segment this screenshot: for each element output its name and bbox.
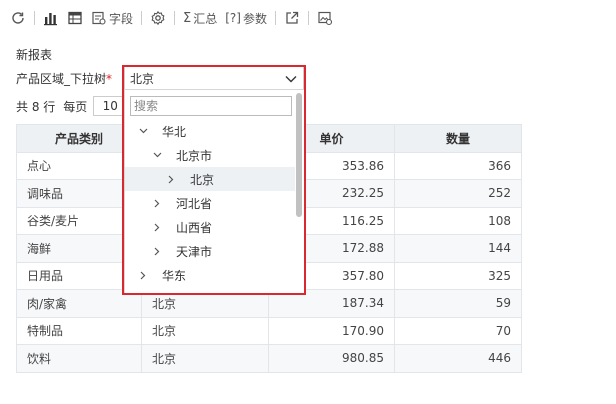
table-cell: 70: [394, 316, 522, 345]
table-button[interactable]: [63, 7, 87, 29]
tree-node-huadong[interactable]: 华东: [125, 263, 295, 287]
table-cell: 特制品: [16, 316, 142, 345]
tree-node-label: 河北省: [176, 196, 213, 211]
sum-label: 汇总: [193, 11, 218, 26]
table-cell: 170.90: [268, 316, 395, 345]
chart-icon: [43, 10, 59, 26]
table-cell: 北京: [141, 316, 269, 345]
tree-node-label: 天津市: [176, 244, 213, 259]
settings-icon: [150, 10, 166, 26]
refresh-icon: [10, 10, 26, 26]
table-cell: 144: [394, 234, 522, 263]
chevron-down-icon[interactable]: [138, 126, 148, 136]
report-title: 新报表: [16, 48, 53, 62]
table-cell: 饮料: [16, 344, 142, 373]
param-button[interactable]: [?] 参数: [221, 7, 271, 29]
param-label: 参数: [242, 11, 267, 26]
tree-node-hebei[interactable]: 河北省: [125, 191, 295, 215]
table-cell: 北京: [141, 344, 269, 373]
tree-node-beijing-city[interactable]: 北京市: [125, 143, 295, 167]
chevron-right-icon[interactable]: [152, 198, 162, 208]
table-row: 特制品 北京 170.90 70: [16, 316, 522, 345]
chevron-down-icon[interactable]: [285, 72, 297, 86]
tree-node-shanxi[interactable]: 山西省: [125, 215, 295, 239]
table-cell: 59: [394, 289, 522, 318]
field-button[interactable]: 字段: [87, 7, 137, 29]
table-cell: 980.85: [268, 344, 395, 373]
tree-node-label: 北京: [190, 172, 215, 187]
column-header[interactable]: 数量: [394, 124, 522, 153]
table-cell: 325: [394, 261, 522, 290]
chevron-right-icon[interactable]: [166, 174, 176, 184]
table-cell: 日用品: [16, 261, 142, 290]
param-icon: [?]: [225, 11, 241, 25]
param-field-label: 产品区域_下拉树: [16, 72, 107, 86]
dropdown-scrollbar[interactable]: [296, 93, 302, 217]
tree-node-label: 北京市: [176, 148, 213, 163]
tree-node-beijing[interactable]: 北京: [125, 167, 295, 191]
field-icon: [91, 10, 107, 26]
export-button[interactable]: [280, 7, 304, 29]
tree-dropdown-panel: 华北 北京市 北京 河北省 山西省: [124, 89, 306, 294]
image-settings-button[interactable]: [313, 7, 337, 29]
table-icon: [67, 10, 83, 26]
region-tree-select[interactable]: 北京: [124, 66, 304, 90]
param-label-row: 产品区域_下拉树*: [16, 70, 112, 87]
page-size-select[interactable]: 10: [93, 96, 128, 116]
chevron-down-icon[interactable]: [152, 150, 162, 160]
toolbar-divider: [275, 11, 276, 25]
table-cell: 252: [394, 179, 522, 208]
tree-node-huabei[interactable]: 华北: [125, 119, 295, 143]
chevron-right-icon[interactable]: [138, 270, 148, 280]
tree-node-label: 山西省: [176, 220, 213, 235]
tree-node-label: 华北: [162, 124, 187, 139]
required-mark: *: [106, 72, 113, 86]
table-cell: 108: [394, 206, 522, 235]
table-cell: 肉/家禽: [16, 289, 142, 318]
field-label: 字段: [109, 11, 134, 26]
sum-icon: Σ: [183, 10, 192, 26]
image-settings-icon: [317, 10, 333, 26]
tree-node-tianjin[interactable]: 天津市: [125, 239, 295, 263]
export-icon: [284, 10, 300, 26]
toolbar: 字段 Σ 汇总 [?] 参数: [6, 7, 337, 29]
table-cell: 调味品: [16, 179, 142, 208]
chevron-right-icon[interactable]: [152, 246, 162, 256]
table-cell: 海鲜: [16, 234, 142, 263]
toolbar-divider: [34, 11, 35, 25]
region-select-value: 北京: [130, 72, 155, 86]
toolbar-divider: [174, 11, 176, 25]
table-cell: 点心: [16, 151, 142, 180]
toolbar-divider: [308, 11, 309, 25]
tree-node-label: 华东: [162, 268, 187, 283]
sum-button[interactable]: Σ 汇总: [179, 7, 221, 29]
table-cell: 366: [394, 151, 522, 180]
settings-button[interactable]: [146, 7, 170, 29]
per-page-label: 每页: [63, 99, 88, 114]
row-count: 共 8 行: [16, 99, 56, 114]
pager: 共 8 行 每页 10: [16, 96, 128, 116]
table-cell: 446: [394, 344, 522, 373]
table-row: 饮料 北京 980.85 446: [16, 344, 522, 373]
chart-button[interactable]: [39, 7, 63, 29]
column-header[interactable]: 产品类别: [16, 124, 142, 153]
toolbar-divider: [141, 11, 143, 25]
table-cell: 谷类/麦片: [16, 206, 142, 235]
chevron-right-icon[interactable]: [152, 222, 162, 232]
tree-search-input[interactable]: [130, 96, 292, 116]
refresh-button[interactable]: [6, 7, 30, 29]
